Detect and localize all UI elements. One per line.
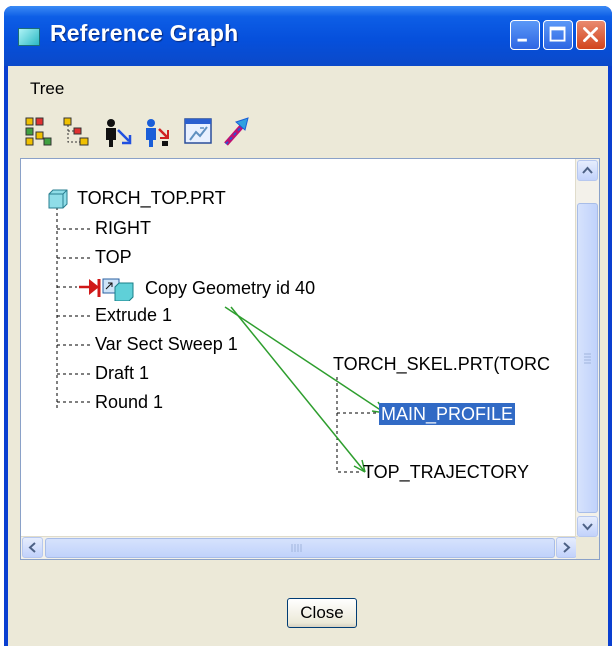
app-icon [18, 28, 40, 46]
reference-graph-window: Reference Graph Tree TORCH_TOP.PRT RIGHT… [4, 6, 612, 646]
tree-node[interactable]: Extrude 1 [95, 304, 172, 326]
tree-node-root[interactable]: TORCH_TOP.PRT [77, 187, 226, 209]
show-children-button[interactable] [140, 114, 174, 150]
tree-node-selected[interactable]: MAIN_PROFILE [379, 403, 516, 425]
close-button[interactable]: Close [287, 598, 357, 628]
grip-icon [291, 544, 302, 552]
tree-node[interactable]: RIGHT [95, 217, 151, 239]
filter-icon [184, 118, 212, 144]
menu-tree[interactable]: Tree [30, 79, 64, 99]
chevron-left-icon [28, 542, 36, 553]
maximize-icon [549, 26, 566, 42]
chevron-up-icon [582, 166, 593, 174]
minimize-button[interactable] [510, 20, 540, 50]
toolbar [8, 114, 608, 156]
scroll-down-button[interactable] [577, 516, 598, 537]
show-parents-icon [106, 119, 132, 147]
tree-view-button[interactable] [22, 114, 56, 150]
filter-button[interactable] [182, 114, 216, 150]
vertical-scroll-thumb[interactable] [577, 203, 598, 513]
graph-layout-icon [63, 117, 89, 146]
maximize-button[interactable] [543, 20, 573, 50]
reference-tree-view[interactable]: TORCH_TOP.PRT RIGHT TOP Copy Geometry id… [20, 158, 600, 560]
client-area: Tree TORCH_TOP.PRT RIGHT TOP Copy Geomet… [8, 66, 608, 646]
scroll-left-button[interactable] [22, 537, 43, 558]
tree-node[interactable]: Round 1 [95, 391, 163, 413]
graph-layout-button[interactable] [60, 114, 94, 150]
tree-view-icon [25, 117, 52, 146]
scroll-right-button[interactable] [556, 537, 577, 558]
relationship-arrow-icon [224, 117, 249, 146]
copy-geometry-icon [79, 278, 134, 301]
chevron-down-icon [582, 523, 593, 531]
close-icon [583, 27, 598, 42]
tree-node[interactable]: TOP_TRAJECTORY [363, 461, 529, 483]
tree-node-external-part[interactable]: TORCH_SKEL.PRT(TORC [333, 353, 550, 375]
close-window-button[interactable] [576, 20, 606, 50]
show-children-icon [146, 119, 169, 147]
tree-node[interactable]: Draft 1 [95, 362, 149, 384]
window-title: Reference Graph [50, 20, 239, 46]
tree-node[interactable]: TOP [95, 246, 132, 268]
title-bar[interactable]: Reference Graph [4, 6, 612, 66]
vertical-scrollbar[interactable] [575, 159, 599, 539]
minimize-icon [517, 38, 527, 42]
tree-node[interactable]: Copy Geometry id 40 [145, 277, 315, 299]
scrollbar-corner [576, 537, 599, 559]
horizontal-scroll-thumb[interactable] [45, 538, 555, 558]
chevron-right-icon [563, 542, 571, 553]
scroll-up-button[interactable] [577, 160, 598, 181]
close-button-label: Close [300, 603, 344, 622]
tree-node[interactable]: Var Sect Sweep 1 [95, 333, 238, 355]
grip-icon [584, 353, 591, 364]
menu-bar: Tree [8, 66, 608, 104]
part-icon [48, 189, 68, 209]
show-parents-button[interactable] [100, 114, 134, 150]
horizontal-scrollbar[interactable] [21, 536, 578, 559]
relationship-arrow-button[interactable] [220, 114, 254, 150]
